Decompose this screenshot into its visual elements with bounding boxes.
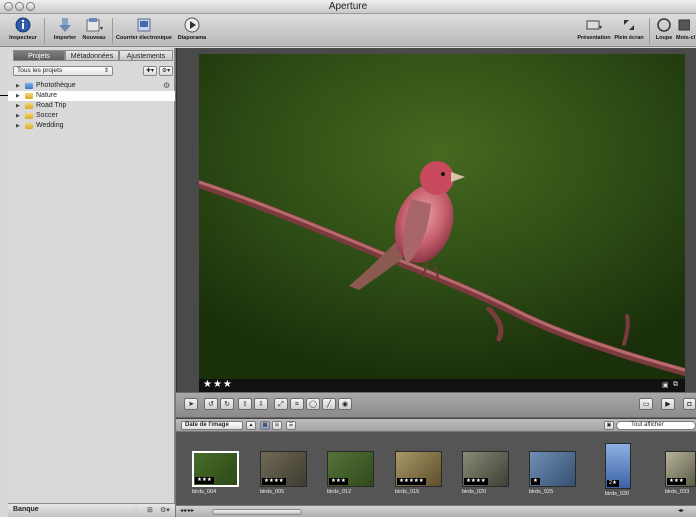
import-button[interactable]: Importer	[50, 17, 80, 41]
thumbnail-birds-012[interactable]: ★★★	[327, 451, 374, 487]
stamp-tool[interactable]: ⇩	[254, 398, 268, 410]
thumbnail-birds-005[interactable]: ★★★★	[260, 451, 307, 487]
new-icon	[80, 17, 108, 33]
disclosure-triangle-icon[interactable]: ▶	[16, 91, 20, 101]
thumbnail-birds-020[interactable]: ★★★★	[462, 451, 509, 487]
email-button[interactable]: Courrier électronique	[116, 17, 172, 41]
select-tool[interactable]: ➤	[184, 398, 198, 410]
disclosure-triangle-icon[interactable]: ▶	[16, 81, 20, 91]
sort-select[interactable]: Date de l'image	[181, 421, 243, 430]
inspector-button[interactable]: Inspecteur	[6, 17, 40, 41]
sidebar-footer: Banque ◌ ⊞ ⚙▾	[8, 503, 175, 517]
tab-projects[interactable]: Projets	[13, 50, 65, 61]
slideshow-button[interactable]: Diaporama	[176, 17, 208, 41]
brush-tool[interactable]: ╱	[322, 398, 336, 410]
thumbnail-birds-004[interactable]: ★★★	[192, 451, 239, 487]
library-icon	[25, 83, 33, 89]
inspector-icon	[6, 17, 40, 33]
sidebar-item-wedding[interactable]: ▶ Wedding	[8, 121, 175, 131]
browser-options-button[interactable]: ▣	[604, 421, 614, 430]
view-mode-button[interactable]: ▭	[639, 398, 653, 410]
sidebar-item-phototheque[interactable]: ▶ Photothèque	[8, 81, 175, 91]
project-filter-select[interactable]: Tous les projets ⇕	[13, 66, 113, 76]
viewer: ★★★ ▣ ⧉	[176, 48, 696, 392]
photo-info-bar: ★★★ ▣ ⧉	[199, 379, 685, 392]
spot-patch-tool[interactable]: ◯	[306, 398, 320, 410]
rating-stars[interactable]: ★★★	[203, 379, 233, 390]
thumbnail-birds-033[interactable]: ★★★	[665, 451, 696, 487]
project-folder-icon	[25, 123, 33, 129]
vault-action-button[interactable]: ⚙▾	[160, 506, 170, 514]
add-vault-button[interactable]: ⊞	[147, 506, 153, 514]
toolbar-separator	[649, 18, 650, 44]
toolbar-separator	[112, 18, 113, 44]
loupe-button[interactable]: Loupe	[653, 17, 675, 41]
presentation-icon	[576, 17, 612, 33]
title-bar: Aperture	[0, 0, 696, 14]
tab-adjustments[interactable]: Ajustements	[119, 50, 173, 61]
new-button[interactable]: Nouveau	[80, 17, 108, 41]
fullscreen-icon	[614, 17, 644, 33]
main-toolbar: Inspecteur Importer Nouveau Courrier éle…	[0, 14, 696, 47]
thumbnail-birds-015[interactable]: ★★★★★	[395, 451, 442, 487]
sort-direction-button[interactable]: ▲	[246, 421, 256, 430]
rotate-right-tool[interactable]: ↻	[220, 398, 234, 410]
adjusted-badge-icon: ▣	[662, 382, 669, 389]
toolbar-separator	[44, 18, 45, 44]
camera-button[interactable]: ◘	[683, 398, 696, 410]
tab-metadata[interactable]: Métadonnées	[65, 50, 119, 61]
filmstrip-view-button[interactable]: ▦	[260, 421, 270, 430]
scroll-arrows[interactable]: ◂▸	[678, 507, 684, 514]
disclosure-triangle-icon[interactable]: ▶	[16, 121, 20, 131]
rotate-left-tool[interactable]: ↺	[204, 398, 218, 410]
bird-photo	[199, 54, 685, 379]
flag-button[interactable]: ▶	[661, 398, 675, 410]
version-badge-icon: ⧉	[673, 381, 678, 388]
thumbnail-birds-030[interactable]: 2★	[605, 443, 631, 489]
sidebar-item-nature[interactable]: ▶ Nature	[8, 91, 175, 101]
aperture-window: Aperture Inspecteur Importer Nouveau Cou…	[0, 0, 696, 517]
thumbnail-birds-025[interactable]: ★	[529, 451, 576, 487]
fullscreen-button[interactable]: Plein écran	[614, 17, 644, 41]
zoom-slider[interactable]: ◂◂▫▸▸	[180, 507, 194, 514]
straighten-tool[interactable]: ⤢	[274, 398, 288, 410]
disclosure-triangle-icon[interactable]: ▶	[16, 101, 20, 111]
sidebar-item-road-trip[interactable]: ▶ Road Trip	[8, 101, 175, 111]
project-folder-icon	[25, 103, 33, 109]
sidebar-item-soccer[interactable]: ▶ Soccer	[8, 111, 175, 121]
email-icon	[116, 17, 172, 33]
loupe-icon	[653, 17, 675, 33]
vault-label: Banque	[13, 506, 39, 513]
browser-footer: ◂◂▫▸▸ ◂▸	[176, 505, 696, 517]
disclosure-triangle-icon[interactable]: ▶	[16, 111, 20, 121]
browser: Date de l'image ▲ ▦ ⊞ ☰ ▣ Tout afficher …	[176, 418, 696, 505]
window-title: Aperture	[328, 1, 368, 12]
updown-arrows-icon: ⇕	[103, 68, 109, 74]
list-view-button[interactable]: ☰	[286, 421, 296, 430]
vault-status-icon[interactable]: ◌	[134, 506, 138, 513]
add-project-button[interactable]: ✚▾	[143, 66, 157, 76]
sidebar: Projets Métadonnées Ajustements Tous les…	[8, 48, 175, 517]
keywords-icon	[678, 17, 696, 33]
filter-search-field[interactable]: Tout afficher	[616, 421, 696, 430]
lift-tool[interactable]: ⇧	[238, 398, 252, 410]
horizontal-scrollbar[interactable]	[212, 509, 302, 515]
presentation-button[interactable]: Présentation	[576, 17, 612, 41]
import-icon	[50, 17, 80, 33]
keywords-button[interactable]: Mots-cl	[676, 17, 696, 41]
sidebar-action-button[interactable]: ⚙▾	[159, 66, 173, 76]
slideshow-icon	[176, 17, 208, 33]
crop-tool[interactable]: ⌗	[290, 398, 304, 410]
tool-strip: ➤ ↺ ↻ ⇧ ⇩ ⤢ ⌗ ◯ ╱ ◉ ▭ ▶ ◘	[176, 392, 696, 418]
red-eye-tool[interactable]: ◉	[338, 398, 352, 410]
grid-view-button[interactable]: ⊞	[272, 421, 282, 430]
browser-toolbar: Date de l'image ▲ ▦ ⊞ ☰ ▣ Tout afficher	[176, 419, 696, 432]
project-folder-icon	[25, 113, 33, 119]
sidebar-tabs: Projets Métadonnées Ajustements	[8, 50, 175, 61]
project-folder-icon	[25, 93, 33, 99]
